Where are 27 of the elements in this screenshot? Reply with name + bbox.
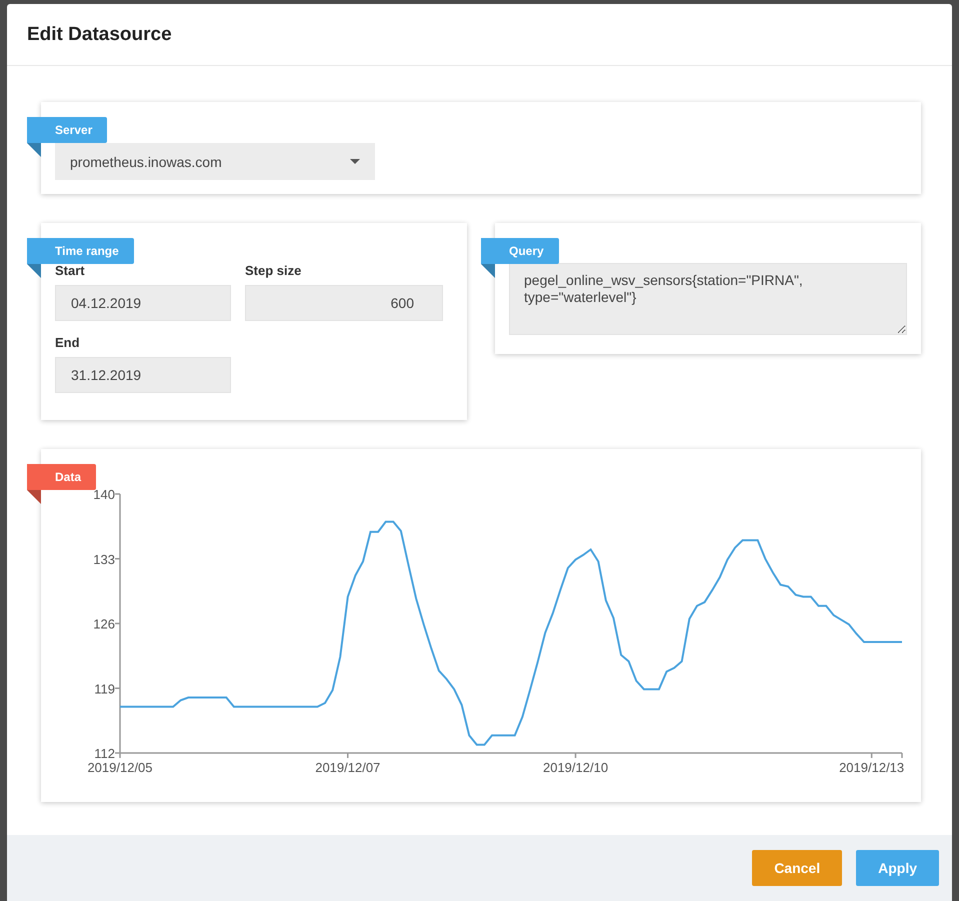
- section-label: Data: [27, 464, 96, 490]
- dialog-title: Edit Datasource: [27, 24, 172, 46]
- x-tick-label: 2019/12/05: [87, 760, 153, 775]
- caret-icon: [350, 159, 360, 164]
- query-field[interactable]: pegel_online_wsv_sensors{station="PIRNA", type="waterlevel"}: [509, 263, 907, 335]
- input-field[interactable]: 04.12.2019: [55, 285, 231, 321]
- y-tick-label: 140: [93, 487, 115, 502]
- field-label: Step size: [245, 263, 302, 278]
- input-field[interactable]: 31.12.2019: [55, 357, 231, 393]
- field-label: Start: [55, 263, 86, 278]
- ribbon-fold-icon: [27, 264, 41, 278]
- ribbon-fold-icon: [27, 143, 41, 157]
- field-label: End: [55, 335, 81, 350]
- x-tick-label: 2019/12/07: [315, 760, 380, 775]
- y-tick-label: 112: [94, 746, 115, 761]
- input-field[interactable]: 600: [245, 285, 443, 321]
- ribbon-fold-icon: [481, 264, 495, 278]
- server-select[interactable]: prometheus.inowas.com: [55, 143, 375, 180]
- section-label: Query: [481, 238, 559, 264]
- section-label: Time range: [27, 238, 134, 264]
- ribbon-fold-icon: [27, 490, 41, 504]
- y-tick-label: 126: [93, 616, 115, 632]
- y-tick-label: 133: [93, 552, 115, 567]
- section-label: Server: [27, 117, 108, 143]
- x-tick-label: 2019/12/10: [543, 760, 608, 775]
- y-tick-label: 119: [94, 681, 115, 696]
- x-tick-label: 2019/12/13: [839, 760, 904, 775]
